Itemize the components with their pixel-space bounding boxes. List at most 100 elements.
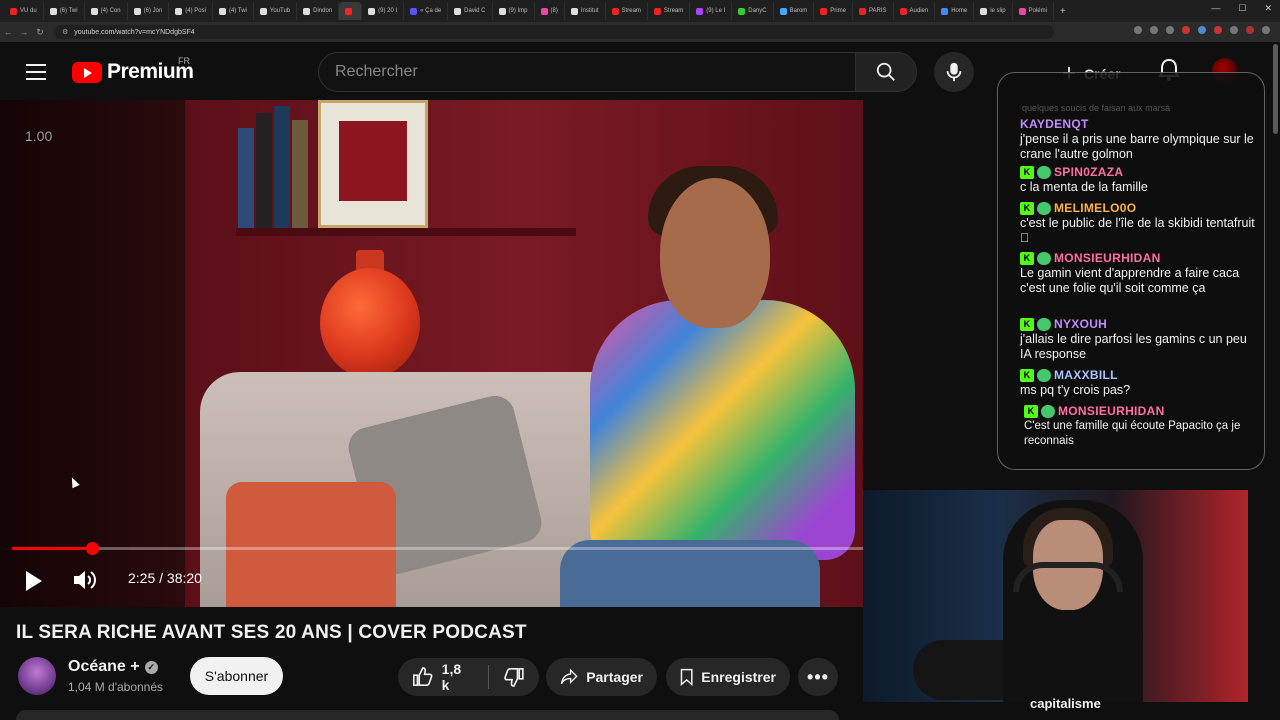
extension-icon[interactable] — [1214, 26, 1222, 34]
tab-label: (6) Jon — [143, 8, 163, 14]
kick-badge-icon: K — [1020, 201, 1034, 215]
tab-label: PARIS — [868, 8, 887, 14]
tab-favicon-icon — [133, 7, 141, 15]
browser-tab[interactable]: Home — [935, 2, 975, 20]
minimize-icon[interactable]: — — [1211, 3, 1220, 14]
video-vase — [320, 268, 420, 378]
browser-tab[interactable]: DanyC — [732, 2, 774, 20]
browser-tab[interactable]: David C — [448, 2, 493, 20]
more-actions-button[interactable]: ••• — [798, 658, 838, 696]
browser-tab[interactable]: Polémi — [1013, 2, 1054, 20]
tab-label: Home — [951, 8, 968, 14]
browser-tab[interactable]: YouTub — [254, 2, 298, 20]
tab-label: David C — [464, 8, 486, 14]
browser-tab[interactable]: (9) Imp — [493, 2, 535, 20]
extension-icon[interactable] — [1198, 26, 1206, 34]
kick-badge-icon: K — [1020, 368, 1034, 382]
browser-tab[interactable]: Stream — [606, 2, 648, 20]
verified-icon: ✓ — [144, 660, 158, 674]
youtube-premium-logo[interactable]: Premium FR — [72, 56, 194, 84]
url-input[interactable]: ⚙ youtube.com/watch?v=mcYNDdgbSF4 — [54, 25, 1054, 39]
channel-name[interactable]: Océane + ✓ — [68, 658, 158, 676]
share-button[interactable]: Partager — [546, 658, 657, 696]
voice-search-button[interactable] — [934, 52, 974, 92]
chat-message-text: j'pense il a pris une barre olympique su… — [1020, 132, 1254, 161]
menu-icon[interactable] — [1262, 26, 1270, 34]
subscriber-badge-icon — [1037, 165, 1051, 179]
browser-tab[interactable]: VU du — [4, 2, 44, 20]
tab-label: Polémi — [1028, 8, 1047, 14]
chat-message: K MAXXBILL ms pq t'y crois pas? — [1020, 368, 1260, 398]
profile-icon[interactable] — [1246, 26, 1254, 34]
tab-favicon-icon — [540, 7, 548, 15]
browser-tab[interactable]: Barom — [774, 2, 815, 20]
browser-tab[interactable]: Stream — [648, 2, 691, 20]
progress-scrubber-handle[interactable] — [86, 542, 99, 555]
chat-message: K MELIMELO0O c'est le public de l'île de l… — [1020, 201, 1260, 246]
browser-tab[interactable]: Dindon — [297, 2, 340, 20]
browser-tab[interactable]: Prime — [814, 2, 853, 20]
like-count[interactable]: 1,8 k — [442, 661, 473, 693]
share-page-icon[interactable] — [1150, 26, 1158, 34]
play-button[interactable] — [24, 570, 44, 597]
extension-icon[interactable] — [1230, 26, 1238, 34]
maximize-icon[interactable]: ☐ — [1238, 3, 1246, 14]
reload-icon[interactable]: ↻ — [32, 27, 48, 38]
zoom-icon[interactable] — [1134, 26, 1142, 34]
page-scrollbar[interactable] — [1273, 44, 1278, 134]
like-dislike-group: 1,8 k — [398, 658, 539, 696]
browser-tab[interactable]: (4) Con — [85, 2, 128, 20]
browser-tab[interactable]: (9) Le I — [690, 2, 733, 20]
new-tab-icon[interactable]: + — [1054, 6, 1072, 17]
tab-favicon-icon — [410, 7, 418, 15]
share-label: Partager — [586, 669, 643, 685]
browser-tab[interactable]: (4) Posi — [169, 2, 213, 20]
tab-label: (8) — [550, 8, 558, 14]
subscribe-button[interactable]: S'abonner — [190, 657, 283, 695]
webcam-overlay — [863, 490, 1248, 702]
browser-tab[interactable]: PARIS — [853, 2, 894, 20]
browser-tab-strip: VU du (6) Twi (4) Con (6) Jon (4) Posi (4) Tw… — [0, 0, 1280, 22]
search-icon — [876, 62, 895, 81]
play-icon — [26, 571, 42, 591]
country-code: FR — [178, 56, 190, 66]
close-icon[interactable]: ✕ — [1264, 3, 1272, 14]
search-input[interactable]: Rechercher — [318, 52, 856, 92]
forward-icon[interactable]: → — [16, 27, 32, 37]
browser-tab[interactable]: Institut — [565, 2, 606, 20]
browser-tab[interactable]: (6) Jon — [128, 2, 170, 20]
video-player[interactable]: 1.00 2:25 / 38:20 — [0, 100, 863, 607]
search-button[interactable] — [855, 52, 917, 92]
stream-chat-overlay: quelques soucis de faisan aux marsa KAYD… — [997, 72, 1265, 470]
thumbs-up-icon[interactable] — [412, 666, 434, 688]
tab-label: (4) Con — [100, 8, 121, 14]
menu-icon[interactable] — [26, 64, 46, 80]
video-books — [238, 100, 316, 228]
back-icon[interactable]: ← — [0, 27, 16, 37]
browser-tab[interactable]: Audien — [894, 2, 936, 20]
progress-bar[interactable] — [12, 547, 863, 550]
browser-tab[interactable]: (8) — [535, 2, 565, 20]
tab-favicon-icon — [218, 7, 226, 15]
chat-username: MONSIEURHIDAN — [1058, 404, 1165, 418]
browser-tab[interactable]: (4) Twi — [213, 2, 254, 20]
chat-username: MELIMELO0O — [1054, 201, 1137, 215]
kick-badge-icon: K — [1024, 404, 1038, 418]
browser-tab[interactable]: (9) 20 I — [362, 2, 405, 20]
save-button[interactable]: Enregistrer — [666, 658, 790, 696]
extension-icon[interactable] — [1182, 26, 1190, 34]
browser-tab[interactable]: le slip — [974, 2, 1013, 20]
site-info-icon[interactable]: ⚙ — [62, 28, 68, 36]
browser-tab[interactable]: (6) Twi — [44, 2, 85, 20]
tab-favicon-icon — [259, 7, 267, 15]
thumbs-down-icon[interactable] — [503, 666, 525, 688]
stream-caption: capitalisme — [1030, 696, 1101, 711]
channel-avatar[interactable] — [18, 657, 56, 695]
extensions-bar — [1134, 26, 1270, 34]
browser-tab[interactable]: « Ça de — [404, 2, 449, 20]
tab-favicon-icon — [738, 7, 746, 15]
tab-favicon-icon — [980, 7, 988, 15]
volume-button[interactable] — [72, 568, 98, 597]
bookmark-icon[interactable] — [1166, 26, 1174, 34]
browser-tab[interactable] — [339, 2, 363, 20]
